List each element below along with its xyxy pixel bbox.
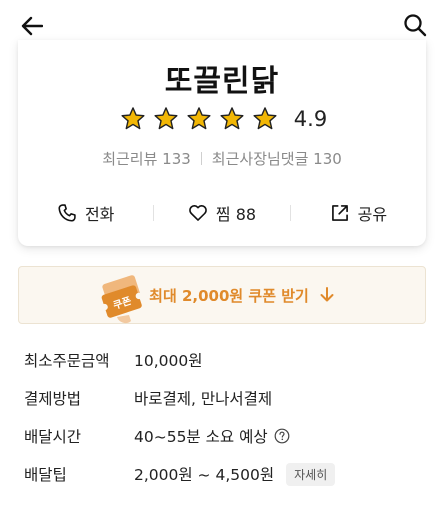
info-label: 배달팁 <box>24 466 67 484</box>
delivery-tip-row: 배달팁 2,000원 ~ 4,500원 자세히 <box>24 460 424 488</box>
action-row: 전화 찜 88 공유 <box>18 197 426 229</box>
share-icon <box>331 205 348 221</box>
min-order-row: 최소주문금액 10,000원 <box>24 346 424 374</box>
review-summary: 최근리뷰 133 최근사장님댓글 130 <box>18 148 426 169</box>
divider <box>200 152 202 165</box>
star-icon <box>187 107 211 130</box>
recent-reviews-link[interactable]: 최근리뷰 133 <box>102 148 191 169</box>
info-value: 바로결제, 만나서결제 <box>134 390 273 408</box>
info-value-wrap: 40~55분 소요 예상 <box>134 425 290 447</box>
heart-icon <box>189 205 207 221</box>
info-value: 10,000원 <box>134 352 203 370</box>
rating-value: 4.9 <box>293 107 328 131</box>
info-value: 2,000원 ~ 4,500원 <box>134 466 275 484</box>
coupon-ticket-icon: 쿠폰 <box>101 275 143 324</box>
call-label: 전화 <box>84 205 115 224</box>
info-label: 결제방법 <box>24 390 82 408</box>
star-icon <box>154 107 178 130</box>
favorite-label: 찜 88 <box>215 205 257 224</box>
delivery-time-row: 배달시간 40~55분 소요 예상 <box>24 422 424 450</box>
arrow-left-icon <box>21 16 43 36</box>
info-label: 배달시간 <box>24 428 82 446</box>
rating-row: 4.9 <box>18 106 426 132</box>
payment-method-row: 결제방법 바로결제, 만나서결제 <box>24 384 424 412</box>
store-name: 또끌린닭 <box>164 64 280 99</box>
search-icon <box>404 14 427 37</box>
favorite-button[interactable]: 찜 88 <box>154 197 289 229</box>
info-label: 최소주문금액 <box>24 352 110 370</box>
help-icon[interactable] <box>274 428 290 444</box>
owner-replies-link[interactable]: 최근사장님댓글 130 <box>212 148 342 169</box>
coupon-banner[interactable]: 쿠폰 최대 2,000원 쿠폰 받기 <box>18 266 426 324</box>
phone-icon <box>58 204 76 222</box>
back-button[interactable] <box>16 12 48 40</box>
store-info-card: 또끌린닭 4.9 최근리뷰 133 최근사장님댓글 130 전화 찜 88 공유 <box>18 40 426 246</box>
share-label: 공유 <box>357 205 388 224</box>
search-button[interactable] <box>400 10 430 40</box>
call-button[interactable]: 전화 <box>18 197 153 229</box>
star-icon <box>121 107 145 130</box>
info-value-wrap: 2,000원 ~ 4,500원 자세히 <box>134 462 336 486</box>
delivery-tip-detail-button[interactable]: 자세히 <box>286 462 336 486</box>
share-button[interactable]: 공유 <box>291 197 426 229</box>
info-value: 40~55분 소요 예상 <box>134 428 268 446</box>
download-arrow-icon <box>320 287 334 302</box>
star-icon <box>220 107 244 130</box>
coupon-label: 최대 2,000원 쿠폰 받기 <box>149 286 309 305</box>
star-icon <box>253 107 277 130</box>
